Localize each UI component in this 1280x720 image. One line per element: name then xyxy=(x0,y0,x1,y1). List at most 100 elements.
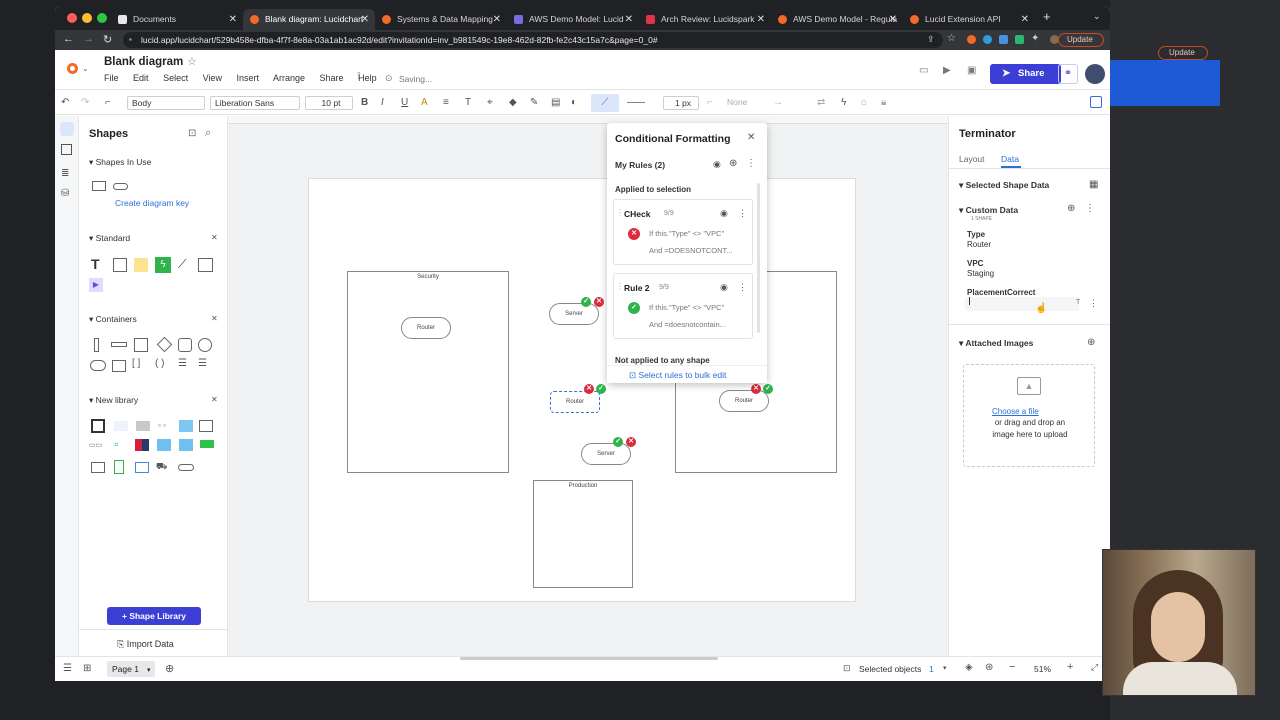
page-tab[interactable]: Page 1 ▾ xyxy=(107,661,155,677)
scrollbar[interactable] xyxy=(757,183,760,333)
visibility-eye-icon[interactable]: ◉ xyxy=(720,282,728,293)
share-button[interactable]: ➤ Share xyxy=(990,64,1061,84)
library-shape[interactable]: ▫ ▫ xyxy=(158,421,166,430)
update-button[interactable]: Update xyxy=(1058,33,1104,47)
import-data-button[interactable]: ⎘ Import Data xyxy=(117,639,174,650)
create-diagram-key-link[interactable]: Create diagram key xyxy=(115,198,189,208)
layers-icon[interactable]: ◈ xyxy=(965,662,973,673)
user-avatar[interactable] xyxy=(1085,64,1105,84)
close-tab-icon[interactable]: ✕ xyxy=(1021,9,1029,30)
tab-aws-demo[interactable]: AWS Demo Model: Lucid ✕ xyxy=(507,9,639,30)
arrow-end-icon[interactable]: → xyxy=(773,97,783,108)
menu-view[interactable]: View xyxy=(203,73,222,83)
truck-icon[interactable]: ⛟ xyxy=(156,461,167,473)
server-shape[interactable]: Server xyxy=(581,443,631,465)
table-shape[interactable] xyxy=(198,258,213,272)
font-select[interactable]: Liberation Sans xyxy=(210,96,300,110)
production-container[interactable]: Production xyxy=(533,480,633,588)
library-shape[interactable] xyxy=(178,464,194,471)
zoom-level[interactable]: 51% xyxy=(1034,664,1051,674)
library-shape[interactable] xyxy=(91,419,105,433)
router-shape[interactable]: Router xyxy=(401,317,451,339)
close-tab-icon[interactable]: ✕ xyxy=(757,9,765,30)
shape-options-icon[interactable]: ▤ xyxy=(551,97,560,108)
zoom-out-icon[interactable]: − xyxy=(1009,661,1015,673)
container-shape[interactable] xyxy=(134,338,148,352)
custom-data-header[interactable]: ▾ Custom Data xyxy=(959,205,1018,216)
favorite-star-icon[interactable]: ☆ xyxy=(187,55,197,68)
panel-toggle-icon[interactable] xyxy=(1090,96,1102,108)
tab-documents[interactable]: Documents ✕ xyxy=(111,9,243,30)
puzzle-icon[interactable]: ✦ xyxy=(1031,33,1039,44)
menu-file[interactable]: File xyxy=(104,73,119,83)
canvas[interactable]: Security Router Router ✕ ✓ Server ✓ ✕ Ro… xyxy=(228,116,948,656)
list-shape[interactable]: ☰ xyxy=(178,358,187,369)
library-shape[interactable]: ⌗ xyxy=(114,440,119,450)
library-shape[interactable] xyxy=(114,460,124,474)
minimize-window-button[interactable] xyxy=(82,13,92,23)
server-shape[interactable]: Server xyxy=(549,303,599,325)
bracket-shape[interactable]: ( ) xyxy=(155,358,164,369)
reload-icon[interactable]: ↻ xyxy=(103,33,112,46)
share-page-icon[interactable]: ⇪ xyxy=(927,34,935,45)
terminator-shape[interactable] xyxy=(113,183,128,190)
lock-shape-icon[interactable]: 🔒︎ xyxy=(881,97,886,108)
tab-systems-data[interactable]: Systems & Data Mapping ✕ xyxy=(375,9,507,30)
font-size-stepper[interactable]: 10 pt xyxy=(305,96,353,110)
menu-select[interactable]: Select xyxy=(163,73,188,83)
visibility-eye-icon[interactable]: ◉ xyxy=(720,208,728,219)
align-icon[interactable]: ≡ xyxy=(443,97,449,108)
pill-container-shape[interactable] xyxy=(90,360,106,371)
extension-icon[interactable] xyxy=(999,35,1008,44)
rule-card-check[interactable]: ⋮ CHeck 9/9 ◉ ⋮ ✕ If this."Type" <> "VPC… xyxy=(613,199,753,265)
more-options-icon[interactable]: ⋮ xyxy=(738,208,747,219)
field-value-type[interactable]: Router xyxy=(967,240,991,249)
tab-layout[interactable]: Layout xyxy=(959,154,985,164)
shape-library-button[interactable]: + Shape Library xyxy=(107,607,201,625)
rectangle-shape[interactable] xyxy=(92,181,106,191)
field-value-placement-input[interactable] xyxy=(965,297,1079,311)
library-shape[interactable] xyxy=(135,439,149,451)
library-shape[interactable] xyxy=(179,439,193,451)
chevron-down-icon[interactable]: ▾ xyxy=(943,664,947,672)
link-icon[interactable]: ⚭ xyxy=(1058,64,1078,84)
lucid-logo-icon[interactable] xyxy=(67,63,78,74)
shapes-in-use-header[interactable]: ▾ Shapes In Use xyxy=(89,157,151,168)
menu-arrange[interactable]: Arrange xyxy=(273,73,305,83)
library-shape[interactable] xyxy=(114,421,128,431)
theme-icon[interactable]: ⌂ xyxy=(861,97,867,108)
router-shape-selected[interactable]: Router xyxy=(550,391,600,413)
data-flow-icon[interactable]: ⟟ xyxy=(357,71,361,82)
search-icon[interactable]: ⌕ xyxy=(205,127,211,140)
choose-file-link[interactable]: Choose a file xyxy=(992,407,1039,416)
line-style-select[interactable]: ─── xyxy=(623,96,659,110)
play-shape[interactable]: ▶ xyxy=(89,278,103,292)
attached-images-header[interactable]: ▾ Attached Images xyxy=(959,338,1033,349)
tab-blank-diagram[interactable]: Blank diagram: Lucidchart ✕ xyxy=(243,9,375,30)
maximize-window-button[interactable] xyxy=(97,13,107,23)
more-options-icon[interactable]: ⋮ xyxy=(746,158,756,169)
close-tab-icon[interactable]: ✕ xyxy=(889,9,897,30)
menu-edit[interactable]: Edit xyxy=(133,73,149,83)
line-color-icon[interactable]: ✎ xyxy=(530,97,538,108)
library-shape[interactable] xyxy=(179,420,193,432)
zoom-in-icon[interactable]: + xyxy=(1067,661,1073,673)
data-icon[interactable]: ⛁ xyxy=(61,188,69,199)
image-drop-zone[interactable]: ▲ Choose a file or drag and drop an imag… xyxy=(963,364,1095,467)
vertical-swimlane-shape[interactable] xyxy=(94,338,99,352)
arrow-start-select[interactable]: None xyxy=(723,96,763,110)
visibility-eye-icon[interactable]: ◉ xyxy=(713,159,721,170)
text-options-icon[interactable]: T xyxy=(465,97,471,108)
extension-icon[interactable] xyxy=(1015,35,1024,44)
diagram-page[interactable]: Security Router Router ✕ ✓ Server ✓ ✕ Ro… xyxy=(308,178,856,602)
more-options-icon[interactable]: ⋮ xyxy=(1085,203,1095,214)
block-shape[interactable] xyxy=(113,258,127,272)
library-shape[interactable] xyxy=(200,440,214,448)
fullscreen-icon[interactable]: ⤢ xyxy=(1091,662,1098,673)
selected-shape-data-header[interactable]: ▾ Selected Shape Data xyxy=(959,180,1049,191)
close-tab-icon[interactable]: ✕ xyxy=(625,9,633,30)
drag-handle-icon[interactable]: ⋮ xyxy=(616,282,624,291)
undo-icon[interactable]: ↶ xyxy=(61,97,69,108)
brace-shape[interactable]: [ ] xyxy=(132,358,140,369)
library-shape[interactable]: ▭▭ xyxy=(89,441,102,449)
